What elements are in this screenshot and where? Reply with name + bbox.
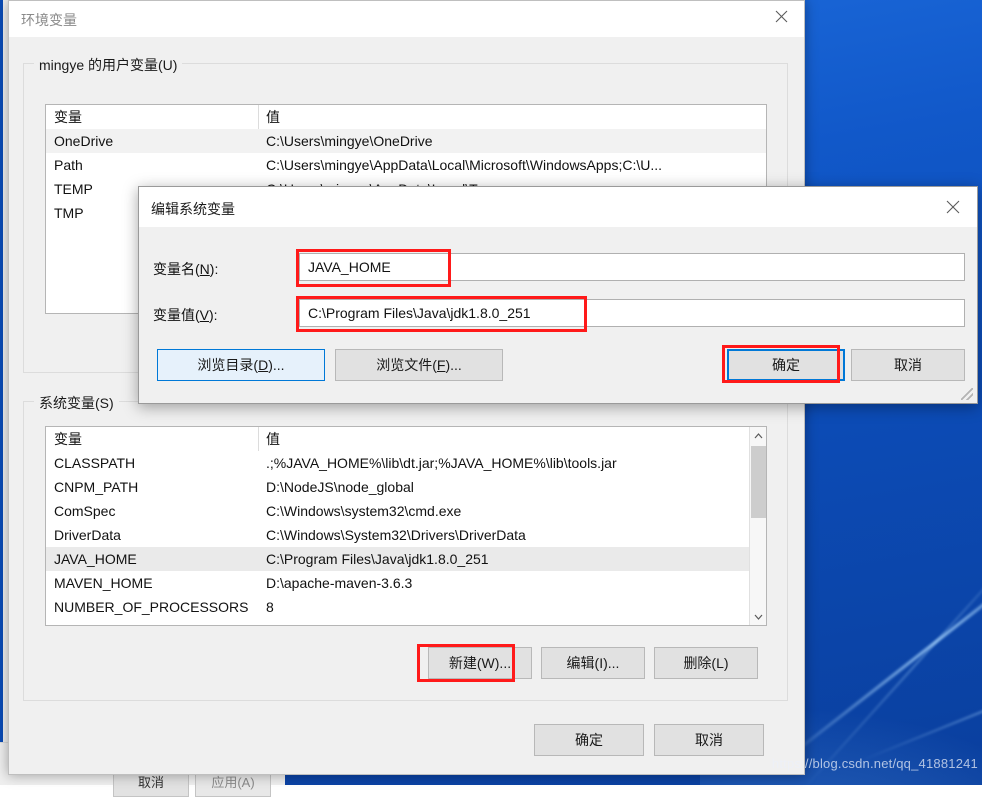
variable-name: Path	[46, 157, 258, 173]
table-row-selected[interactable]: JAVA_HOME C:\Program Files\Java\jdk1.8.0…	[46, 547, 766, 571]
table-row[interactable]: DriverData C:\Windows\System32\Drivers\D…	[46, 523, 766, 547]
watermark: https://blog.csdn.net/qq_41881241	[772, 756, 978, 771]
variable-value: 8	[258, 599, 766, 615]
table-row[interactable]: Path C:\Users\mingye\AppData\Local\Micro…	[46, 153, 766, 177]
system-delete-button[interactable]: 删除(L)	[654, 647, 758, 679]
variable-value-label: 变量值(V):	[153, 305, 218, 325]
column-divider	[258, 427, 259, 451]
variable-name-label: 变量名(N):	[153, 259, 218, 279]
column-header-value: 值	[258, 107, 766, 127]
variable-value: C:\Program Files\Java\jdk1.8.0_251	[258, 551, 766, 567]
column-header-variable: 变量	[46, 429, 258, 449]
variable-value: C:\Users\mingye\AppData\Local\Microsoft\…	[258, 157, 766, 173]
user-list-header: 变量 值	[46, 105, 766, 129]
accelerator-key: F	[437, 357, 446, 373]
edit-system-variable-dialog: 编辑系统变量 变量名(N): 变量值(V): JAVA_HOME C:\Prog…	[138, 186, 978, 404]
system-edit-button[interactable]: 编辑(I)...	[541, 647, 645, 679]
system-variables-legend: 系统变量(S)	[34, 393, 119, 413]
variable-value: C:\Windows\System32\Drivers\DriverData	[258, 527, 766, 543]
browse-file-button[interactable]: 浏览文件(F)...	[335, 349, 503, 381]
window-titlebar: 环境变量	[9, 1, 804, 37]
table-row[interactable]: CLASSPATH .;%JAVA_HOME%\lib\dt.jar;%JAVA…	[46, 451, 766, 475]
system-variables-list[interactable]: 变量 值 CLASSPATH .;%JAVA_HOME%\lib\dt.jar;…	[45, 426, 767, 626]
browse-directory-button[interactable]: 浏览目录(D)...	[157, 349, 325, 381]
variable-name: JAVA_HOME	[46, 551, 258, 567]
button-text: 浏览目录(	[197, 355, 258, 375]
variable-name: ComSpec	[46, 503, 258, 519]
window-cancel-button[interactable]: 取消	[654, 724, 764, 756]
system-new-button[interactable]: 新建(W)...	[428, 647, 532, 679]
label-suffix: ):	[210, 261, 219, 277]
variable-name: OneDrive	[46, 133, 258, 149]
variable-value: C:\Users\mingye\OneDrive	[258, 133, 766, 149]
variable-name-input[interactable]: JAVA_HOME	[299, 253, 965, 281]
button-suffix: )...	[445, 357, 461, 373]
table-row[interactable]: MAVEN_HOME D:\apache-maven-3.6.3	[46, 571, 766, 595]
close-icon[interactable]	[929, 187, 977, 227]
accelerator-key: D	[258, 357, 268, 373]
window-title: 环境变量	[21, 10, 77, 30]
column-header-variable: 变量	[46, 107, 258, 127]
accelerator-key: V	[200, 307, 209, 323]
table-row[interactable]: NUMBER_OF_PROCESSORS 8	[46, 595, 766, 619]
dialog-title: 编辑系统变量	[151, 199, 235, 219]
label-text: 变量值(	[153, 307, 200, 323]
variable-value: Windows_NT	[258, 623, 766, 626]
system-list-header: 变量 值	[46, 427, 766, 451]
button-text: 浏览文件(	[376, 355, 437, 375]
label-text: 变量名(	[153, 261, 200, 277]
variable-name: NUMBER_OF_PROCESSORS	[46, 599, 258, 615]
background-window-accent	[0, 0, 3, 785]
label-suffix: ):	[209, 307, 218, 323]
variable-name: DriverData	[46, 527, 258, 543]
accelerator-key: N	[200, 261, 210, 277]
variable-value: .;%JAVA_HOME%\lib\dt.jar;%JAVA_HOME%\lib…	[258, 455, 766, 471]
close-icon[interactable]	[758, 1, 804, 31]
dialog-cancel-button[interactable]: 取消	[851, 349, 965, 381]
variable-value: D:\apache-maven-3.6.3	[258, 575, 766, 591]
table-row[interactable]: OneDrive C:\Users\mingye\OneDrive	[46, 129, 766, 153]
dialog-ok-button[interactable]: 确定	[727, 349, 845, 381]
variable-value: D:\NodeJS\node_global	[258, 479, 766, 495]
dialog-titlebar: 编辑系统变量	[139, 187, 977, 227]
variable-name: CNPM_PATH	[46, 479, 258, 495]
window-ok-button[interactable]: 确定	[534, 724, 644, 756]
variable-value: C:\Windows\system32\cmd.exe	[258, 503, 766, 519]
user-variables-legend: mingye 的用户变量(U)	[34, 55, 182, 75]
variable-name: OS	[46, 623, 258, 626]
resize-grip-icon[interactable]	[961, 388, 973, 400]
table-row[interactable]: CNPM_PATH D:\NodeJS\node_global	[46, 475, 766, 499]
column-header-value: 值	[258, 429, 766, 449]
variable-name: MAVEN_HOME	[46, 575, 258, 591]
scroll-down-icon[interactable]	[750, 608, 767, 625]
scrollbar-thumb[interactable]	[751, 446, 766, 518]
variable-value-input[interactable]: C:\Program Files\Java\jdk1.8.0_251	[299, 299, 965, 327]
vertical-scrollbar[interactable]	[749, 427, 766, 625]
variable-name: CLASSPATH	[46, 455, 258, 471]
column-divider	[258, 105, 259, 129]
scroll-up-icon[interactable]	[750, 427, 767, 444]
table-row[interactable]: ComSpec C:\Windows\system32\cmd.exe	[46, 499, 766, 523]
button-suffix: )...	[268, 357, 284, 373]
table-row[interactable]: OS Windows_NT	[46, 619, 766, 626]
